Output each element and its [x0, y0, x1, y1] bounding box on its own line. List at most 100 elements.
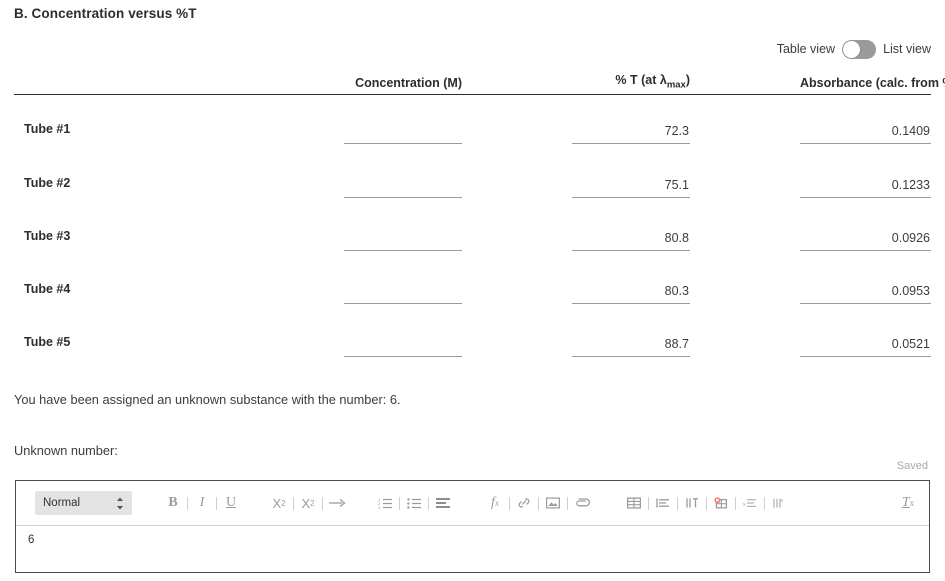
table-body: Tube #1 72.3 0.1409 Tube #2 75.1 0.1233 Tube #… [14, 95, 931, 361]
superscript-icon[interactable]: X2 [297, 491, 319, 515]
header-cell-percent-t: % T (at λmax) [572, 73, 690, 95]
saved-status: Saved [896, 460, 928, 472]
subscript-icon[interactable]: X2 [268, 491, 290, 515]
bold-icon[interactable]: B [162, 491, 184, 515]
insert-table-icon[interactable] [623, 491, 645, 515]
percent-t-input-underline [572, 356, 690, 358]
rich-text-editor[interactable]: Normal B I U X2 X2 1 2 3 f x x x T x 6 [15, 480, 930, 573]
header-percent-t-tail: ) [685, 72, 690, 87]
formula-icon[interactable]: fx [484, 491, 506, 515]
image-icon[interactable] [542, 491, 564, 515]
align-left-icon[interactable] [432, 491, 454, 515]
concentration-input[interactable] [344, 283, 462, 308]
percent-t-input[interactable]: 88.7 [572, 336, 690, 361]
toolbar-separator [509, 496, 510, 510]
percent-t-input[interactable]: 80.3 [572, 283, 690, 308]
delete-row-icon[interactable]: x [739, 491, 761, 515]
header-cell-absorbance: Absorbance (calc. from %T) [800, 76, 945, 90]
percent-t-input[interactable]: 80.8 [572, 230, 690, 255]
header-percent-t-main: % T (at λ [615, 72, 667, 87]
view-toggle-switch[interactable] [842, 39, 877, 59]
toolbar-separator [399, 496, 400, 510]
concentration-input-underline [344, 249, 462, 251]
concentration-input[interactable] [344, 123, 462, 148]
bulleted-list-icon[interactable] [403, 491, 425, 515]
toolbar-separator [538, 496, 539, 510]
absorbance-input-value: 0.0521 [891, 337, 930, 352]
text-format-group: B I U [162, 491, 242, 515]
concentration-input-value [344, 123, 462, 140]
percent-t-input[interactable]: 72.3 [572, 123, 690, 148]
svg-text:x: x [743, 502, 746, 508]
table-view-label[interactable]: Table view [777, 42, 835, 56]
absorbance-input-underline [800, 249, 931, 251]
absorbance-input[interactable]: 0.1233 [800, 177, 931, 202]
table-group: x x [623, 491, 790, 515]
editor-toolbar: Normal B I U X2 X2 1 2 3 f x x x T x [16, 481, 929, 526]
absorbance-input[interactable]: 0.0953 [800, 283, 931, 308]
view-toggle[interactable]: Table view List view [777, 38, 931, 60]
page-title: B. Concentration versus %T [14, 6, 197, 21]
toolbar-separator [293, 496, 294, 510]
table-row-icon[interactable] [652, 491, 674, 515]
underline-icon[interactable]: U [220, 491, 242, 515]
attachment-icon[interactable] [571, 491, 593, 515]
concentration-input-underline [344, 143, 462, 145]
toolbar-separator [735, 496, 736, 510]
concentration-table: Concentration (M) % T (at λmax) Absorban… [14, 66, 945, 361]
percent-t-input-value: 72.3 [664, 124, 689, 139]
toggle-knob [843, 40, 861, 58]
delete-column-icon[interactable]: x [768, 491, 790, 515]
absorbance-input-underline [800, 143, 931, 145]
table-row: Tube #4 80.3 0.0953 [14, 255, 931, 308]
paragraph-style-value: Normal [43, 497, 81, 509]
row-label: Tube #1 [24, 122, 71, 137]
table-row: Tube #2 75.1 0.1233 [14, 148, 931, 201]
row-label: Tube #2 [24, 175, 71, 190]
absorbance-input-value: 0.1233 [891, 177, 930, 192]
assignment-page: B. Concentration versus %T Table view Li… [0, 0, 945, 581]
toolbar-separator [648, 496, 649, 510]
toolbar-separator [187, 496, 188, 510]
concentration-input-underline [344, 303, 462, 305]
row-label: Tube #5 [24, 335, 71, 350]
editor-content[interactable]: 6 [16, 526, 929, 572]
percent-t-input-underline [572, 303, 690, 305]
toolbar-right-group: Tx [897, 491, 919, 515]
absorbance-input-underline [800, 303, 931, 305]
italic-icon[interactable]: I [191, 491, 213, 515]
chevron-updown-icon [116, 497, 124, 510]
row-label: Tube #3 [24, 228, 71, 243]
absorbance-input-underline [800, 196, 931, 198]
absorbance-input-underline [800, 356, 931, 358]
toolbar-separator [764, 496, 765, 510]
row-label: Tube #4 [24, 282, 71, 297]
absorbance-input[interactable]: 0.0521 [800, 336, 931, 361]
table-column-icon[interactable] [681, 491, 703, 515]
absorbance-input[interactable]: 0.1409 [800, 123, 931, 148]
paragraph-style-select[interactable]: Normal [35, 491, 132, 515]
toolbar-separator [706, 496, 707, 510]
concentration-input[interactable] [344, 230, 462, 255]
concentration-input-value [344, 283, 462, 300]
concentration-input-underline [344, 196, 462, 198]
absorbance-input[interactable]: 0.0926 [800, 230, 931, 255]
script-group: X2 X2 [268, 491, 348, 515]
table-row: Tube #1 72.3 0.1409 [14, 95, 931, 148]
percent-t-input-value: 80.8 [664, 230, 689, 245]
concentration-input-underline [344, 356, 462, 358]
svg-text:3: 3 [378, 505, 381, 509]
delete-table-icon[interactable] [710, 491, 732, 515]
toolbar-separator [322, 496, 323, 510]
numbered-list-icon[interactable]: 1 2 3 [374, 491, 396, 515]
clear-formatting-icon[interactable]: Tx [897, 491, 919, 515]
percent-t-input-underline [572, 143, 690, 145]
percent-t-input-underline [572, 249, 690, 251]
concentration-input[interactable] [344, 177, 462, 202]
percent-t-input[interactable]: 75.1 [572, 177, 690, 202]
concentration-input[interactable] [344, 336, 462, 361]
list-view-label[interactable]: List view [883, 42, 931, 56]
link-icon[interactable] [513, 491, 535, 515]
absorbance-input-value: 0.0926 [891, 230, 930, 245]
indent-arrow-icon[interactable] [326, 491, 348, 515]
